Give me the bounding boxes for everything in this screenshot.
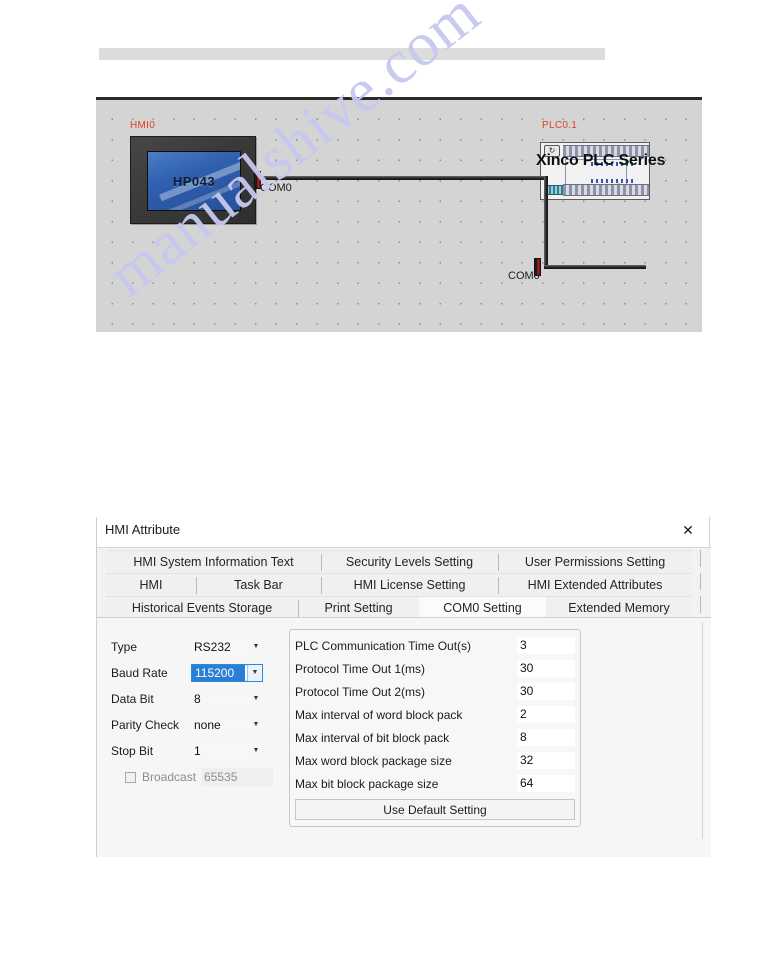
tab-security-levels-setting[interactable]: Security Levels Setting — [321, 550, 498, 573]
network-diagram-canvas[interactable]: HMI0 HP043 COM0 PLC0.1 ↻ Xinco PLC Serie… — [96, 97, 702, 332]
chevron-down-icon[interactable]: ▼ — [249, 690, 263, 708]
parameter-label: PLC Communication Time Out(s) — [295, 638, 472, 653]
broadcast-row: Broadcast 65535 — [111, 764, 291, 790]
use-default-setting-button[interactable]: Use Default Setting — [295, 799, 575, 820]
plc-device[interactable]: ↻ — [540, 142, 650, 200]
tab-hmi-license-setting[interactable]: HMI License Setting — [321, 573, 498, 596]
serial-settings-form: Type RS232 ▼ Baud Rate 115200 ▼ Data Bit 8 ▼ Pari… — [111, 634, 291, 790]
plc-indicator-row-2 — [591, 179, 633, 183]
hmi-device[interactable]: HP043 — [130, 136, 256, 224]
chevron-down-icon[interactable]: ▼ — [249, 742, 263, 760]
chevron-down-icon[interactable]: ▼ — [249, 716, 263, 734]
hmi-port-label: COM0 — [260, 182, 292, 194]
parameter-label: Max interval of word block pack — [295, 707, 463, 722]
parameter-row: Max bit block package size 64 — [295, 772, 575, 795]
combo-value: 1 — [194, 744, 201, 758]
parameter-row: Protocol Time Out 1(ms) 30 — [295, 657, 575, 680]
tab-extended-memory[interactable]: Extended Memory — [546, 596, 692, 619]
close-icon[interactable]: ✕ — [678, 520, 698, 540]
tab-row-endcap — [700, 550, 701, 567]
serial-label: Parity Check — [111, 718, 180, 732]
tab-hmi-system-information-text[interactable]: HMI System Information Text — [106, 550, 321, 573]
parameter-row: Protocol Time Out 2(ms) 30 — [295, 680, 575, 703]
serial-label: Stop Bit — [111, 744, 154, 758]
tab-hmi[interactable]: HMI — [106, 573, 196, 596]
dialog-title: HMI Attribute — [105, 522, 181, 537]
parameter-label: Protocol Time Out 2(ms) — [295, 684, 426, 699]
parameter-value-field[interactable]: 64 — [517, 775, 575, 792]
combo-type[interactable]: RS232 ▼ — [191, 638, 263, 656]
broadcast-value-field[interactable]: 65535 — [201, 768, 273, 786]
cable-segment-vertical — [544, 176, 548, 269]
page-root: HMI0 HP043 COM0 PLC0.1 ↻ Xinco PLC Serie… — [0, 0, 765, 978]
combo-value: 115200 — [192, 665, 245, 681]
parameter-label: Protocol Time Out 1(ms) — [295, 661, 426, 676]
tab-strip: HMI System Information Text Security Leve… — [97, 547, 711, 619]
parameter-row: Max word block package size 32 — [295, 749, 575, 772]
tab-row-0: HMI System Information Text Security Leve… — [106, 550, 705, 573]
combo-parity-check[interactable]: none ▼ — [191, 716, 263, 734]
parameter-value-field[interactable]: 30 — [517, 660, 575, 677]
hmi-attribute-dialog: HMI Attribute ✕ HMI System Information T… — [96, 517, 711, 857]
parameter-label: Max bit block package size — [295, 776, 439, 791]
parameter-value-field[interactable]: 8 — [517, 729, 575, 746]
tab-user-permissions-setting[interactable]: User Permissions Setting — [498, 550, 692, 573]
serial-label: Type — [111, 640, 138, 654]
tab-print-setting[interactable]: Print Setting — [298, 596, 419, 619]
dialog-titlebar: HMI Attribute ✕ — [97, 517, 709, 547]
combo-baud-rate[interactable]: 115200 ▼ — [191, 664, 263, 682]
combo-value: none — [194, 718, 221, 732]
broadcast-label: Broadcast — [142, 770, 197, 784]
chevron-down-icon[interactable]: ▼ — [247, 665, 262, 681]
cable-segment-horizontal-bottom — [544, 265, 646, 269]
redacted-header-bar — [99, 48, 605, 60]
hmi-model-text: HP043 — [172, 173, 216, 189]
serial-label: Data Bit — [111, 692, 154, 706]
parameter-row: Max interval of bit block pack 8 — [295, 726, 575, 749]
combo-stop-bit[interactable]: 1 ▼ — [191, 742, 263, 760]
chevron-down-icon[interactable]: ▼ — [249, 638, 263, 656]
tab-row-2: Historical Events Storage Print Setting CO… — [106, 596, 705, 619]
parameter-value-field[interactable]: 2 — [517, 706, 575, 723]
parameter-value-field[interactable]: 3 — [517, 637, 575, 654]
parameter-row: PLC Communication Time Out(s) 3 — [295, 634, 575, 657]
tab-historical-events-storage[interactable]: Historical Events Storage — [106, 596, 298, 619]
broadcast-checkbox[interactable] — [125, 771, 136, 783]
parameter-label: Max word block package size — [295, 753, 452, 768]
serial-label: Baud Rate — [111, 666, 168, 680]
plc-com-connector-icon[interactable] — [534, 258, 541, 276]
tab-com0-setting[interactable]: COM0 Setting — [419, 596, 546, 619]
tab-row-1: HMI Task Bar HMI License Setting HMI Extend… — [106, 573, 705, 596]
serial-row-type: Type RS232 ▼ — [111, 634, 291, 660]
tab-hmi-extended-attributes[interactable]: HMI Extended Attributes — [498, 573, 692, 596]
hmi-com-connector-icon[interactable] — [254, 171, 261, 189]
plc-brand-text: Xinco PLC Series — [536, 152, 666, 169]
plc-terminal-row-bottom — [563, 184, 649, 196]
hmi-screen: HP043 — [147, 151, 241, 211]
combo-value: RS232 — [194, 640, 231, 654]
serial-row-data-bit: Data Bit 8 ▼ — [111, 686, 291, 712]
combo-value: 8 — [194, 692, 201, 706]
parameter-value-field[interactable]: 32 — [517, 752, 575, 769]
tab-task-bar[interactable]: Task Bar — [196, 573, 321, 596]
communication-parameters-panel: PLC Communication Time Out(s) 3 Protocol T… — [289, 629, 581, 827]
hmi-node-label: HMI0 — [130, 120, 156, 131]
parameter-value-field[interactable]: 30 — [517, 683, 575, 700]
tab-row-endcap — [700, 596, 701, 613]
plc-node-label: PLC0.1 — [542, 120, 578, 131]
tab-row-endcap — [700, 573, 701, 590]
serial-row-parity-check: Parity Check none ▼ — [111, 712, 291, 738]
cable-segment-horizontal-top — [260, 176, 548, 180]
combo-data-bit[interactable]: 8 ▼ — [191, 690, 263, 708]
serial-row-stop-bit: Stop Bit 1 ▼ — [111, 738, 291, 764]
panel-divider — [702, 622, 703, 839]
serial-row-baud-rate: Baud Rate 115200 ▼ — [111, 660, 291, 686]
com0-setting-panel: Type RS232 ▼ Baud Rate 115200 ▼ Data Bit 8 ▼ Pari… — [97, 617, 711, 857]
parameter-label: Max interval of bit block pack — [295, 730, 450, 745]
parameter-row: Max interval of word block pack 2 — [295, 703, 575, 726]
